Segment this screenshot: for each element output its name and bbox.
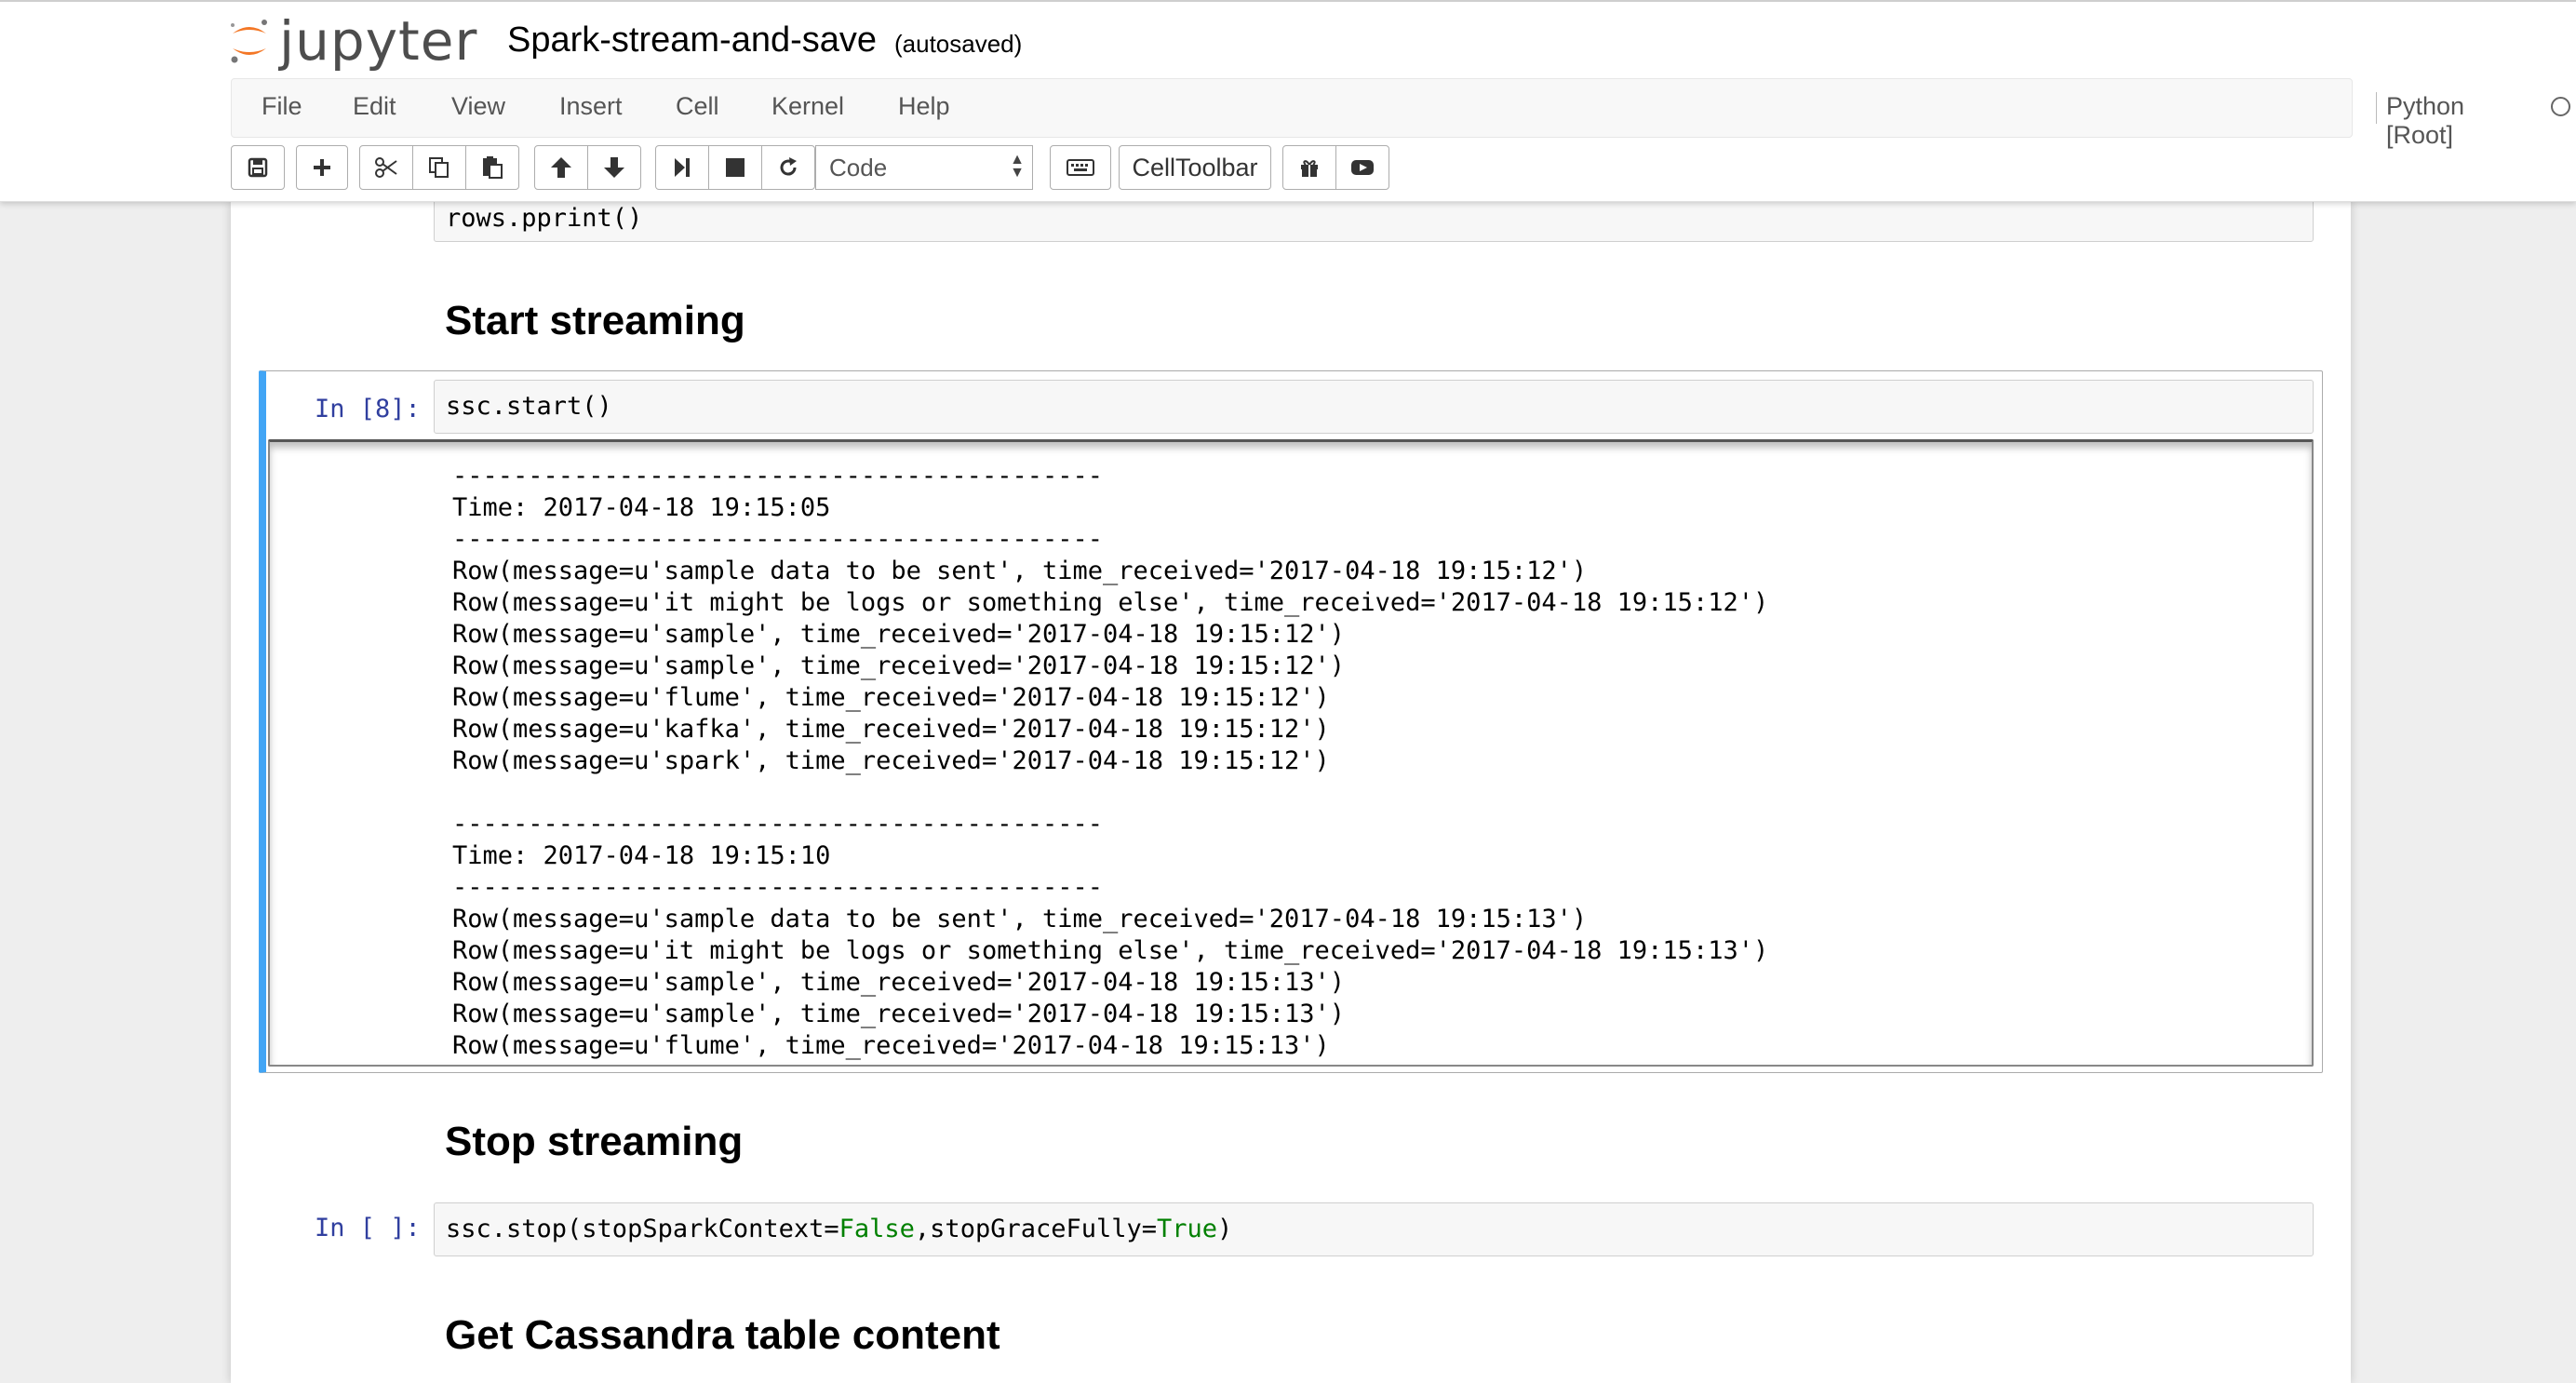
insert-cell-button[interactable] xyxy=(296,145,348,190)
output-line: Row(message=u'sample', time_received='20… xyxy=(452,1000,1346,1028)
output-line: ----------------------------------------… xyxy=(452,462,1103,490)
stop-icon xyxy=(725,157,745,178)
output-line: Row(message=u'flume', time_received='201… xyxy=(452,1031,1330,1060)
output-line: Row(message=u'flume', time_received='201… xyxy=(452,683,1330,712)
output-line: Row(message=u'spark', time_received='201… xyxy=(452,746,1330,775)
output-line: Row(message=u'it might be logs or someth… xyxy=(452,588,1769,617)
jupyter-logo-text: jupyter xyxy=(279,9,478,73)
output-line: ----------------------------------------… xyxy=(452,873,1103,902)
gift-button[interactable] xyxy=(1282,145,1336,190)
command-palette-button[interactable] xyxy=(1050,145,1111,190)
notebook-title[interactable]: Spark-stream-and-save xyxy=(507,20,877,60)
stop-cell-prompt-label: In [ ]: xyxy=(315,1214,421,1242)
save-icon xyxy=(248,157,268,178)
cell-8-input[interactable]: ssc.start() xyxy=(434,380,2314,434)
menu-kernel[interactable]: Kernel xyxy=(771,92,844,121)
menu-insert[interactable]: Insert xyxy=(559,92,623,121)
output-line: Row(message=u'sample data to be sent', t… xyxy=(452,905,1588,933)
heading-get-cassandra: Get Cassandra table content xyxy=(445,1312,1000,1358)
output-line: ----------------------------------------… xyxy=(452,525,1103,554)
output-line: Row(message=u'kafka', time_received='201… xyxy=(452,715,1330,744)
output-line: Row(message=u'it might be logs or someth… xyxy=(452,936,1769,965)
run-step-icon xyxy=(672,156,692,179)
restart-kernel-button[interactable] xyxy=(761,145,815,190)
true-keyword: True xyxy=(1157,1215,1218,1243)
cell-8-output-scroll-area[interactable]: ----------------------------------------… xyxy=(268,439,2314,1067)
copy-icon xyxy=(428,156,450,179)
notebook-container: rows.pprint() Start streaming In [8]: ss… xyxy=(231,201,2351,1383)
output-line: ----------------------------------------… xyxy=(452,810,1103,839)
menu-file[interactable]: File xyxy=(262,92,302,121)
output-line: Time: 2017-04-18 19:15:05 xyxy=(452,493,831,522)
select-arrows-icon: ▲ ▼ xyxy=(1010,152,1025,181)
stop-code-suffix: ) xyxy=(1217,1215,1233,1243)
stop-cell-input[interactable]: ssc.stop(stopSparkContext=False,stopGrac… xyxy=(434,1202,2314,1256)
output-line: Row(message=u'sample', time_received='20… xyxy=(452,651,1346,680)
youtube-button[interactable] xyxy=(1335,145,1389,190)
restart-icon xyxy=(777,156,799,179)
menu-help[interactable]: Help xyxy=(898,92,950,121)
heading-stop-streaming: Stop streaming xyxy=(445,1119,744,1164)
paste-button[interactable] xyxy=(465,145,519,190)
output-line: Row(message=u'sample', time_received='20… xyxy=(452,620,1346,649)
run-cell-button[interactable] xyxy=(655,145,709,190)
cell-8-code: ssc.start() xyxy=(446,392,612,421)
heading-start-streaming: Start streaming xyxy=(445,298,745,343)
cut-button[interactable] xyxy=(359,145,413,190)
jupyter-logo[interactable]: jupyter xyxy=(229,9,477,73)
stop-code-middle: ,stopGraceFully= xyxy=(914,1215,1158,1243)
jupyter-logo-icon xyxy=(229,17,270,65)
cut-icon xyxy=(374,156,398,179)
move-cell-up-button[interactable] xyxy=(534,145,588,190)
cell-8-output: ----------------------------------------… xyxy=(452,461,1768,1062)
notebook-header: jupyter Spark-stream-and-save (autosaved… xyxy=(0,0,2576,202)
kernel-status-icon xyxy=(2551,97,2570,116)
cell-8-prompt: In [8]: xyxy=(315,395,421,423)
paste-icon xyxy=(481,155,503,180)
celltoolbar-button[interactable]: CellToolbar xyxy=(1119,145,1271,190)
menu-cell[interactable]: Cell xyxy=(676,92,719,121)
output-line: Row(message=u'sample', time_received='20… xyxy=(452,968,1346,997)
save-button[interactable] xyxy=(231,145,285,190)
kernel-name[interactable]: Python [Root] xyxy=(2376,92,2464,149)
stop-code-prefix: ssc.stop(stopSparkContext= xyxy=(446,1215,839,1243)
output-line: Row(message=u'sample data to be sent', t… xyxy=(452,557,1588,585)
output-line: Time: 2017-04-18 19:15:10 xyxy=(452,841,831,870)
false-keyword: False xyxy=(839,1215,915,1243)
plus-icon xyxy=(312,157,332,178)
copy-button[interactable] xyxy=(412,145,466,190)
cell-type-select[interactable]: Code ▲ ▼ xyxy=(815,145,1033,190)
move-cell-down-button[interactable] xyxy=(587,145,641,190)
youtube-icon xyxy=(1350,158,1375,177)
prev-cell-input[interactable]: rows.pprint() xyxy=(434,201,2314,242)
cell-type-value: Code xyxy=(829,154,888,181)
interrupt-kernel-button[interactable] xyxy=(708,145,762,190)
browser-top-border xyxy=(0,0,2576,2)
keyboard-icon xyxy=(1067,158,1094,177)
menu-edit[interactable]: Edit xyxy=(353,92,396,121)
prev-cell-code: rows.pprint() xyxy=(446,204,643,233)
arrow-up-icon xyxy=(550,155,572,180)
gift-icon xyxy=(1299,157,1320,178)
menu-view[interactable]: View xyxy=(451,92,505,121)
menubar: File Edit View Insert Cell Kernel Help P… xyxy=(231,78,2570,149)
arrow-down-icon xyxy=(603,155,625,180)
celltoolbar-label: CellToolbar xyxy=(1132,153,1258,181)
autosave-status: (autosaved) xyxy=(894,30,1023,58)
